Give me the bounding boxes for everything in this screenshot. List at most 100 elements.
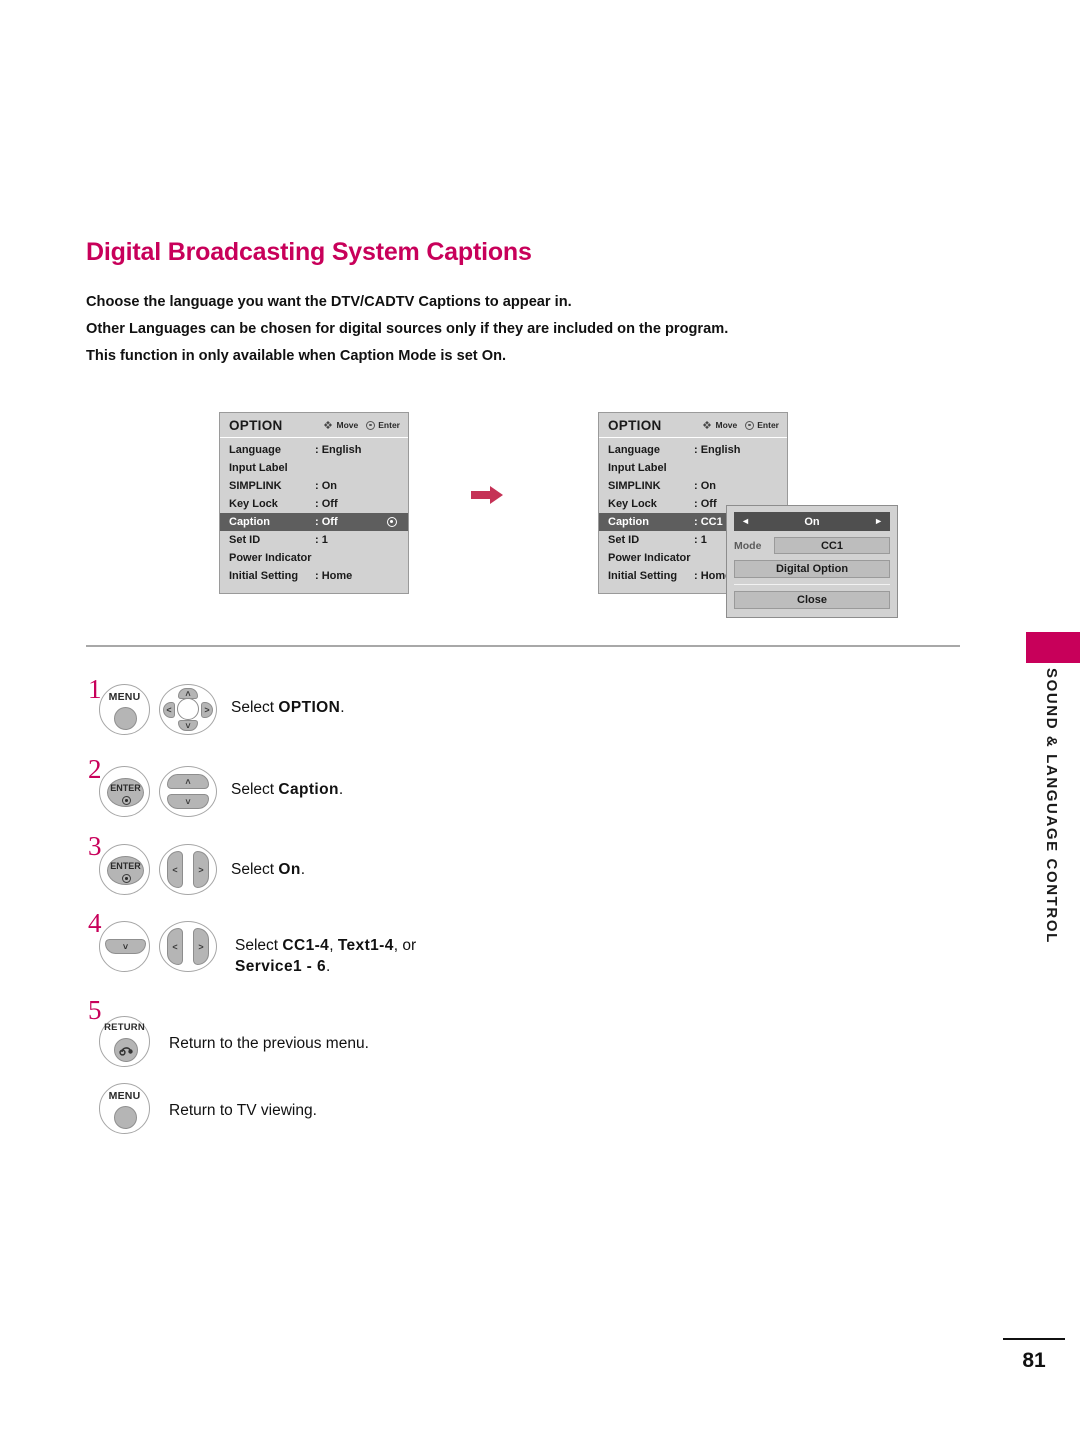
- step-text-4: Select CC1-4, Text1-4, or Service1 - 6.: [235, 935, 535, 977]
- osd-row-power-indicator[interactable]: Power Indicator: [220, 549, 408, 567]
- nav-4way-button-step1[interactable]: ˄ ˅ ˂ ˃: [159, 684, 217, 735]
- step-3-suffix: .: [300, 861, 306, 878]
- enter-dot-icon: [366, 420, 376, 430]
- step-2-suffix: .: [338, 781, 344, 798]
- chevron-down-icon: ˅: [185, 720, 191, 731]
- nav-left-segment[interactable]: ˂: [163, 702, 175, 718]
- osd-row-label: Set ID: [229, 534, 261, 546]
- chevron-left-icon[interactable]: ◄: [741, 517, 750, 526]
- intro-line-3: This function in only available when Cap…: [86, 343, 946, 370]
- caption-mode-label: Mode: [734, 539, 762, 552]
- chevron-right-icon: ˃: [198, 941, 204, 952]
- intro-line-3-on: On: [481, 348, 503, 364]
- step-3-prefix: Select: [231, 861, 279, 878]
- menu-key-label: MENU: [108, 691, 141, 703]
- step-1-prefix: Select: [231, 699, 279, 716]
- rocker-right-segment[interactable]: ˃: [193, 928, 209, 965]
- osd-row-language[interactable]: Language : English: [599, 441, 787, 459]
- osd-row-label: Input Label: [229, 462, 288, 474]
- step-number-4: 4: [88, 908, 102, 938]
- osd-row-input-label[interactable]: Input Label: [599, 459, 787, 477]
- enter-key-label: ENTER: [110, 783, 141, 793]
- step-3-target: On: [278, 861, 301, 878]
- osd-right-hint-move: Move: [715, 420, 738, 430]
- osd-row-key-lock[interactable]: Key Lock : Off: [220, 495, 408, 513]
- osd-row-input-label[interactable]: Input Label: [220, 459, 408, 477]
- osd-row-value: : Off: [315, 498, 338, 510]
- osd-row-value: : On: [694, 480, 716, 492]
- caption-state-selector[interactable]: ◄ On ►: [734, 512, 890, 531]
- intro-line-3-c: Mode is set: [394, 348, 482, 364]
- osd-row-initial-setting[interactable]: Initial Setting : Home: [220, 567, 408, 585]
- enter-key-pad[interactable]: ENTER: [107, 856, 144, 885]
- osd-left-hints: Move Enter: [323, 420, 400, 431]
- leftright-rocker-step3[interactable]: ˂ ˃: [159, 844, 217, 895]
- chevron-right-icon: ˃: [198, 864, 204, 875]
- updown-rocker-step2[interactable]: ˄ ˅: [159, 766, 217, 817]
- osd-row-simplink[interactable]: SIMPLINK : On: [220, 477, 408, 495]
- menu-key-step1[interactable]: MENU: [99, 684, 150, 735]
- osd-row-caption[interactable]: Caption : Off: [220, 513, 408, 531]
- osd-row-value: : English: [315, 444, 362, 456]
- rocker-down-segment[interactable]: ˅: [167, 794, 209, 809]
- sidebar-section-label: SOUND & LANGUAGE CONTROL: [1043, 668, 1060, 944]
- nav-center-hole[interactable]: [177, 698, 199, 720]
- step-4-text: Text1-4: [337, 937, 394, 954]
- caption-mode-value[interactable]: CC1: [774, 537, 890, 554]
- osd-row-label: Initial Setting: [229, 570, 299, 582]
- intro-paragraphs: Choose the language you want the DTV/CAD…: [86, 289, 946, 370]
- rocker-right-segment[interactable]: ˃: [193, 851, 209, 888]
- intro-line-2: Other Languages can be chosen for digita…: [86, 321, 729, 337]
- chevron-left-icon: ˂: [172, 864, 178, 875]
- move-nav-icon: [702, 420, 713, 431]
- return-key-step5[interactable]: RETURN: [99, 1016, 150, 1067]
- osd-row-set-id[interactable]: Set ID : 1: [220, 531, 408, 549]
- sidebar-accent-block: [1026, 632, 1080, 663]
- rocker-up-segment[interactable]: ˄: [167, 774, 209, 789]
- return-key-pad: [114, 1038, 138, 1062]
- leftright-rocker-step4[interactable]: ˂ ˃: [159, 921, 217, 972]
- osd-row-label: Set ID: [608, 534, 640, 546]
- rocker-left-segment[interactable]: ˂: [167, 851, 183, 888]
- osd-left-rows: Language : English Input Label SIMPLINK …: [220, 438, 408, 590]
- caption-mode-row: Mode CC1: [734, 537, 890, 554]
- page-title: Digital Broadcasting System Captions: [86, 238, 532, 266]
- step-2-prefix: Select: [231, 781, 279, 798]
- enter-key-step2[interactable]: ENTER: [99, 766, 150, 817]
- enter-dot-icon: [122, 874, 131, 883]
- osd-row-simplink[interactable]: SIMPLINK : On: [599, 477, 787, 495]
- step-2-target: Caption: [278, 781, 339, 798]
- enter-key-step3[interactable]: ENTER: [99, 844, 150, 895]
- rocker-left-segment[interactable]: ˂: [167, 928, 183, 965]
- radio-selected-icon: [387, 517, 397, 527]
- footer-rule: [1003, 1338, 1065, 1340]
- page-number: 81: [1022, 1349, 1046, 1372]
- menu-key-pad: [114, 1106, 137, 1129]
- osd-row-label: Caption: [229, 516, 270, 528]
- osd-left-title: OPTION: [229, 417, 283, 433]
- move-nav-icon: [323, 420, 334, 431]
- chevron-right-icon[interactable]: ►: [874, 517, 883, 526]
- osd-right-hint-enter: Enter: [757, 420, 779, 430]
- step-text-1: Select OPTION.: [231, 697, 345, 718]
- section-divider: [86, 645, 960, 647]
- step-1-target: OPTION: [278, 699, 341, 716]
- caption-popup-panel: ◄ On ► Mode CC1 Digital Option Close: [726, 505, 898, 618]
- digital-option-button[interactable]: Digital Option: [734, 560, 890, 578]
- enter-key-pad[interactable]: ENTER: [107, 778, 144, 807]
- osd-row-label: Caption: [608, 516, 649, 528]
- osd-row-label: Key Lock: [229, 498, 278, 510]
- osd-row-label: Power Indicator: [608, 552, 691, 564]
- chevron-up-icon: ˄: [185, 688, 191, 699]
- step-4-prefix: Select: [235, 937, 283, 954]
- osd-row-label: SIMPLINK: [608, 480, 661, 492]
- down-arc-pad[interactable]: ˅: [105, 939, 146, 954]
- down-arc-key-step4[interactable]: ˅: [99, 921, 150, 972]
- chevron-up-icon: ˄: [185, 776, 191, 787]
- intro-line-1: Choose the language you want the DTV/CAD…: [86, 294, 572, 310]
- osd-row-language[interactable]: Language : English: [220, 441, 408, 459]
- step-text-2: Select Caption.: [231, 779, 343, 800]
- chevron-left-icon: ˂: [172, 941, 178, 952]
- menu-key-final[interactable]: MENU: [99, 1083, 150, 1134]
- close-button[interactable]: Close: [734, 591, 890, 609]
